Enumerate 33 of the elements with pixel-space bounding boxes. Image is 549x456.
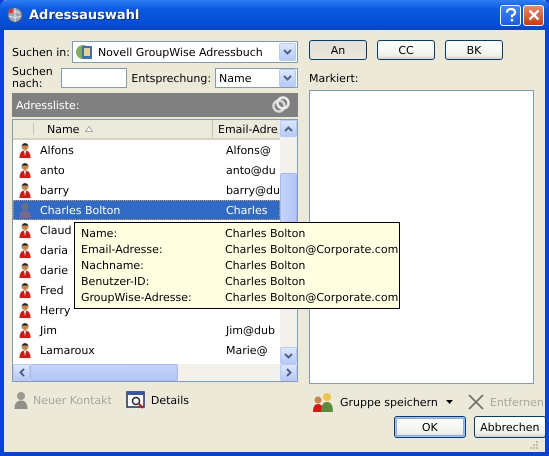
window-title: Adressauswahl [29,8,140,22]
email-address: Alfons@ [226,144,271,156]
contact-name: Claud [40,224,72,236]
tooltip-label: Benutzer-ID: [81,275,150,288]
tooltip-value: Charles Bolton [225,259,306,272]
search-in-label: Suchen in: [12,46,70,58]
contact-name: barry [40,184,70,196]
email-address: Jim@dub [226,324,275,336]
email-address: Charles [226,204,268,216]
tooltip-label: Email-Adresse: [81,243,164,256]
email-address: anto@du [226,164,276,176]
match-label: Entsprechung: [131,72,212,84]
contact-name: Fred [40,284,64,296]
contact-name: Jim [40,324,58,336]
search-for-label: Suchen nach: [12,66,54,90]
tooltip-value: Charles Bolton@Corporate.com [225,243,398,256]
tooltip-label: Name: [81,227,118,240]
tooltip-value: Charles Bolton [225,275,306,288]
address-list-title: Adressliste: [16,98,80,112]
contact-name: Lamaroux [40,344,95,356]
contact-name: daria [40,244,68,256]
marked-label: Markiert: [309,72,360,86]
tooltip-value: Charles Bolton@Corporate.com [225,291,398,304]
tooltip-label: GroupWise-Adresse: [81,291,193,304]
email-address: Marie@ [226,344,268,356]
contact-name: Charles Bolton [40,204,120,216]
contact-name: Herry [40,304,70,316]
tooltip-label: Nachname: [81,259,145,272]
contact-name: Alfons [40,144,74,156]
email-address: barry@du [226,184,280,196]
contact-name: anto [40,164,65,176]
tooltip-value: Charles Bolton [225,227,306,240]
contact-name: darie [40,264,68,276]
